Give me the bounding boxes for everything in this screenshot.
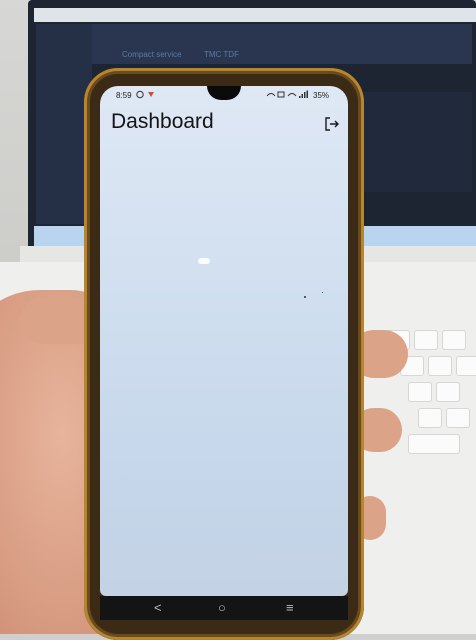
logout-icon[interactable] — [324, 116, 340, 132]
phone-screen: 8:59 35% Dashboard — [100, 86, 348, 596]
laptop-app-tab: Compact service — [122, 50, 182, 59]
keyboard-key — [418, 408, 442, 428]
connectivity-icons — [266, 90, 310, 101]
nav-menu-button[interactable]: ≡ — [286, 600, 294, 615]
light-glare — [198, 258, 210, 264]
laptop-app-tab: TMC TDF — [204, 50, 239, 59]
system-nav-bar: < ○ ≡ — [100, 596, 348, 620]
laptop-app-table — [360, 92, 472, 192]
keyboard-key — [414, 330, 438, 350]
nav-home-button[interactable]: ○ — [218, 600, 226, 615]
keyboard-key — [456, 356, 476, 376]
whatsapp-and-location-icon — [136, 90, 154, 99]
laptop-browser-bar — [34, 8, 476, 22]
nav-back-button[interactable]: < — [154, 600, 162, 615]
signal-wifi-icons — [266, 90, 308, 98]
status-bar: 8:59 35% — [100, 86, 348, 104]
battery-level: 35% — [313, 91, 330, 100]
screen-speck — [304, 296, 306, 298]
screen-speck — [322, 292, 323, 293]
page-title: Dashboard — [111, 110, 214, 133]
keyboard-key — [446, 408, 470, 428]
notification-icons — [136, 90, 156, 101]
keyboard-key — [408, 434, 460, 454]
status-time: 8:59 — [116, 91, 132, 100]
keyboard-key — [408, 382, 432, 402]
keyboard-key — [428, 356, 452, 376]
keyboard-key — [442, 330, 466, 350]
keyboard-key — [436, 382, 460, 402]
